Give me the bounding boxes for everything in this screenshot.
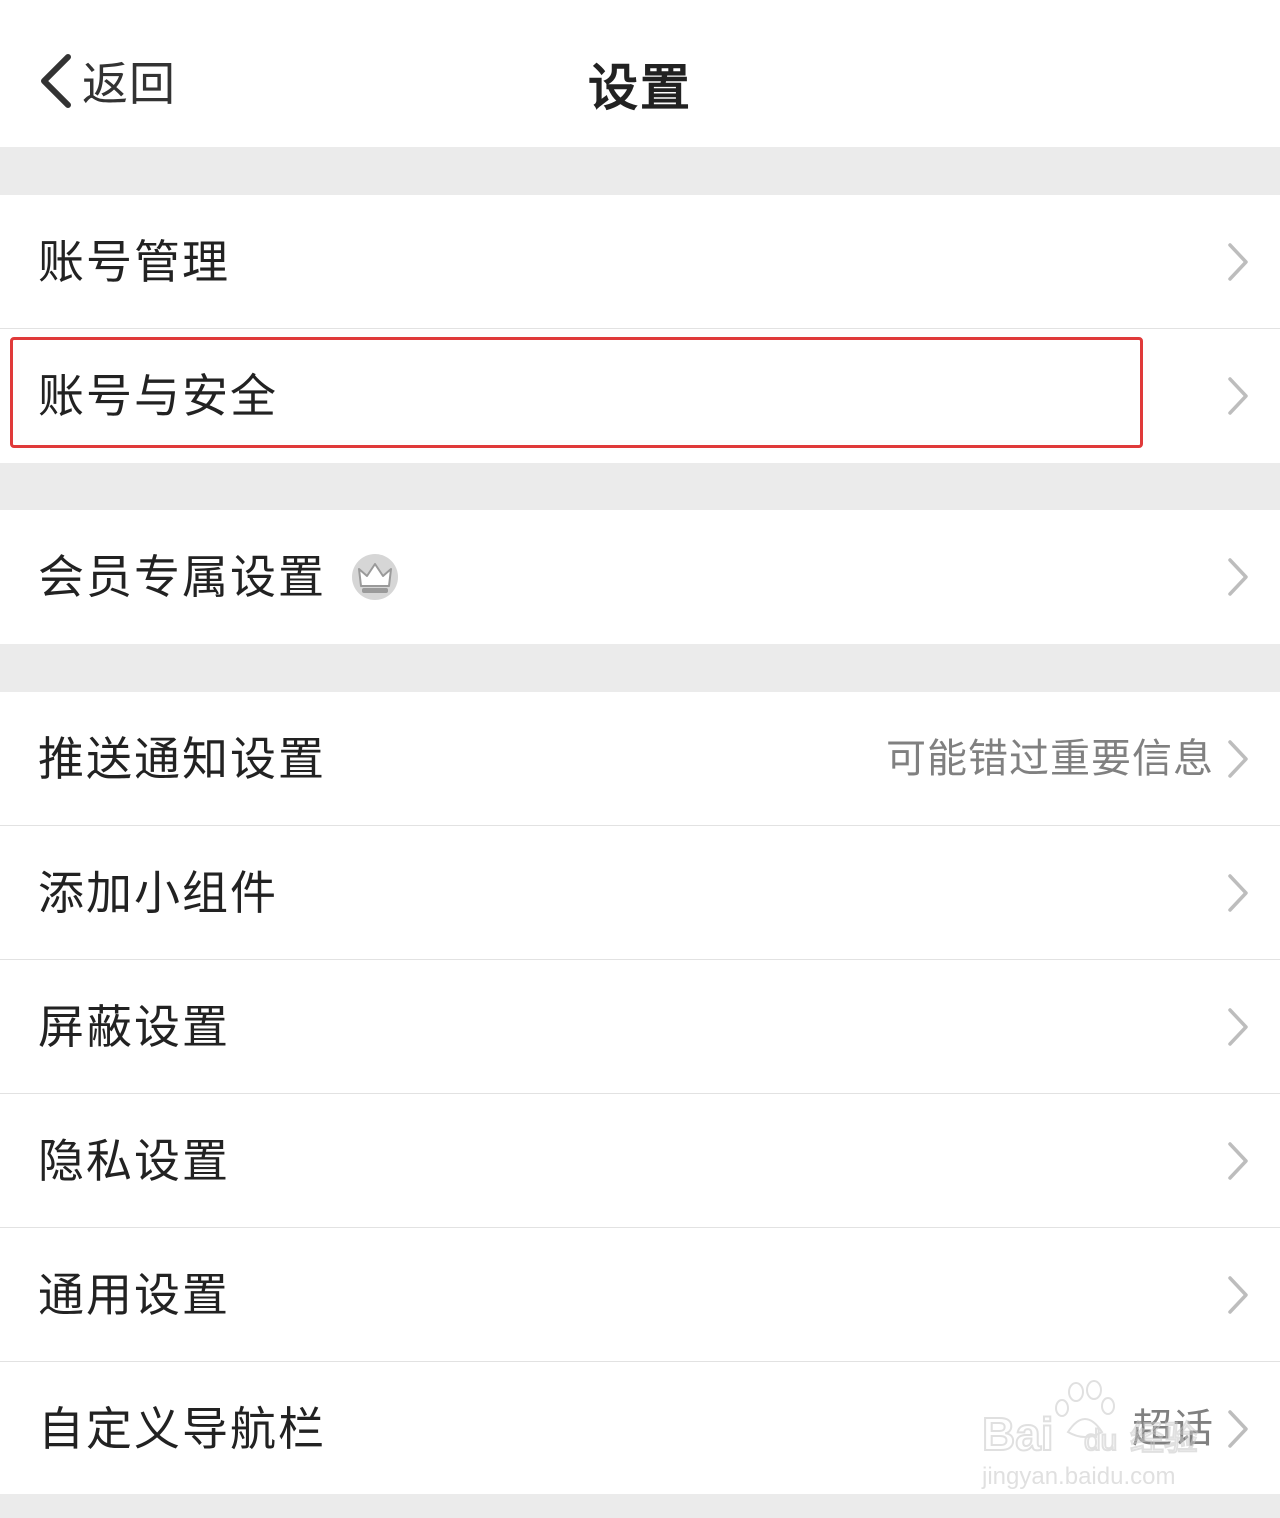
chevron-right-icon (1228, 1276, 1248, 1314)
settings-item-label: 账号与安全 (38, 369, 278, 423)
settings-item-label: 屏蔽设置 (38, 1000, 230, 1054)
settings-item-add-widget[interactable]: 添加小组件 (0, 826, 1280, 960)
chevron-right-icon (1228, 1142, 1248, 1180)
chevron-right-icon (1228, 243, 1248, 281)
chevron-right-icon (1228, 1410, 1248, 1448)
chevron-right-icon (1228, 874, 1248, 912)
settings-item-label: 隐私设置 (38, 1134, 230, 1188)
settings-item-vip-settings[interactable]: 会员专属设置 (0, 510, 1280, 644)
navigation-bar: 返回 设置 (0, 0, 1280, 147)
chevron-right-icon (1228, 1008, 1248, 1046)
settings-item-block-settings[interactable]: 屏蔽设置 (0, 960, 1280, 1094)
settings-item-privacy-settings[interactable]: 隐私设置 (0, 1094, 1280, 1228)
settings-item-label: 自定义导航栏 (38, 1402, 326, 1456)
chevron-right-icon (1228, 740, 1248, 778)
settings-item-hint: 超话 (1132, 1406, 1214, 1452)
settings-item-general-settings[interactable]: 通用设置 (0, 1228, 1280, 1362)
settings-item-custom-navbar[interactable]: 自定义导航栏 超话 (0, 1362, 1280, 1496)
bottom-spacer (0, 1494, 1280, 1518)
settings-item-push-notifications[interactable]: 推送通知设置 可能错过重要信息 (0, 692, 1280, 826)
settings-item-hint: 可能错过重要信息 (886, 736, 1214, 782)
settings-item-label: 推送通知设置 (38, 732, 326, 786)
settings-item-label: 通用设置 (38, 1268, 230, 1322)
chevron-right-icon (1228, 558, 1248, 596)
settings-item-label: 会员专属设置 (38, 550, 326, 604)
settings-item-account-security[interactable]: 账号与安全 (0, 329, 1280, 463)
settings-item-label: 添加小组件 (38, 866, 278, 920)
chevron-right-icon (1228, 377, 1248, 415)
settings-item-label: 账号管理 (38, 235, 230, 289)
page-title: 设置 (588, 59, 692, 117)
settings-item-account-management[interactable]: 账号管理 (0, 195, 1280, 329)
crown-icon (352, 554, 398, 600)
